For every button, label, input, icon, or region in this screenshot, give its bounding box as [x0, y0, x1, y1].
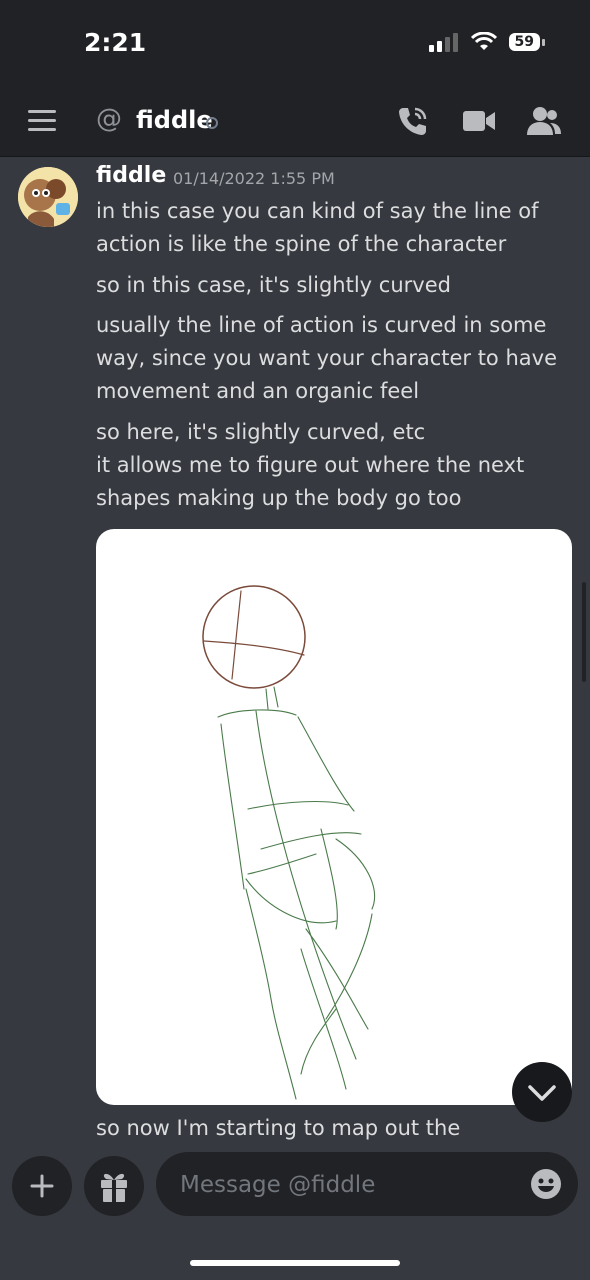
- message-line: movement and an organic feel: [96, 379, 420, 403]
- channel-name[interactable]: fiddle: [136, 106, 213, 134]
- message-input-container[interactable]: [156, 1152, 578, 1218]
- gift-icon: [101, 1173, 127, 1202]
- message-line: so now I'm starting to map out the: [96, 1116, 461, 1140]
- avatar-image: [18, 167, 78, 227]
- message-list[interactable]: fiddle 01/14/2022 1:55 PM in this case y…: [0, 157, 590, 1142]
- add-attachment-button[interactable]: [12, 1156, 72, 1216]
- emoji-icon[interactable]: [530, 1168, 562, 1200]
- video-camera-icon[interactable]: [462, 108, 496, 134]
- message-composer: [0, 1142, 590, 1280]
- battery-indicator: 59: [508, 33, 546, 51]
- message-line: in this case you can kind of say the lin…: [96, 199, 539, 223]
- wifi-icon: [470, 32, 497, 50]
- image-attachment[interactable]: [96, 529, 572, 1105]
- offline-status-icon: [206, 117, 218, 129]
- avatar[interactable]: [18, 167, 78, 227]
- message-line: usually the line of action is curved in …: [96, 313, 547, 337]
- sketch-drawing: [202, 585, 376, 1100]
- plus-icon: [30, 1174, 54, 1198]
- message-line: action is like the spine of the characte…: [96, 232, 507, 256]
- signal-icon: [428, 33, 458, 52]
- hamburger-icon[interactable]: [28, 110, 56, 134]
- message-timestamp: 01/14/2022 1:55 PM: [173, 169, 335, 188]
- status-icons: 59: [428, 32, 546, 52]
- message-author[interactable]: fiddle: [96, 163, 166, 188]
- phone-call-icon[interactable]: [396, 104, 430, 138]
- message-line: so in this case, it's slightly curved: [96, 273, 451, 297]
- scrollbar[interactable]: [582, 582, 586, 682]
- chevron-down-icon: [528, 1085, 556, 1101]
- message-line: shapes making up the body go too: [96, 486, 462, 510]
- message-line: so here, it's slightly curved, etc: [96, 420, 426, 444]
- message-line: way, since you want your character to ha…: [96, 346, 557, 370]
- at-icon: @: [96, 104, 122, 134]
- message-input[interactable]: [178, 1152, 512, 1218]
- members-icon[interactable]: [526, 106, 562, 136]
- channel-header: @ fiddle: [0, 90, 590, 157]
- jump-to-bottom-button[interactable]: [512, 1062, 572, 1122]
- status-bar: 2:21 59: [0, 0, 590, 90]
- gift-button[interactable]: [84, 1156, 144, 1216]
- home-indicator: [190, 1260, 400, 1266]
- message-line: it allows me to figure out where the nex…: [96, 453, 525, 477]
- status-time: 2:21: [84, 28, 147, 57]
